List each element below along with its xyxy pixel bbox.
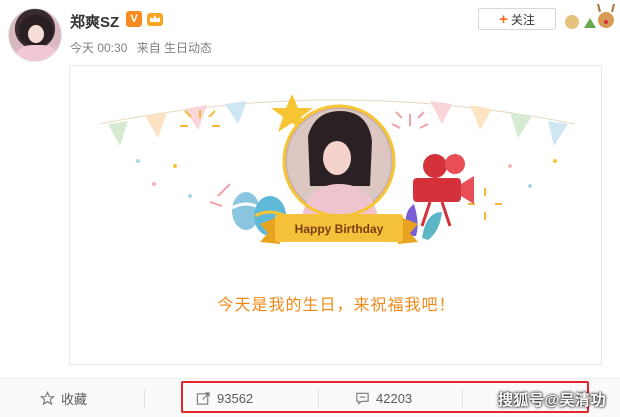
post-time[interactable]: 今天 00:30 — [70, 41, 127, 55]
follow-label: 关注 — [510, 12, 535, 27]
plus-icon: + — [499, 10, 508, 28]
favorite-button[interactable]: 收藏 — [40, 379, 87, 417]
film-camera-icon — [413, 154, 474, 227]
birthday-message: 今天是我的生日，来祝福我吧！ — [217, 297, 456, 314]
avatar-body — [17, 45, 57, 61]
post-meta: 今天 00:30 来自 生日动态 — [70, 39, 218, 56]
verified-badge: V — [126, 11, 142, 27]
watermark: 搜狐号@吴清功 — [498, 392, 607, 409]
banner-text: Happy Birthday — [295, 222, 384, 236]
avatar[interactable] — [8, 8, 62, 62]
follow-button[interactable]: + 关注 — [478, 8, 556, 30]
reindeer-decoration — [560, 0, 620, 32]
star-outline-icon — [40, 391, 55, 406]
divider — [144, 389, 145, 409]
birthday-card[interactable]: Happy Birthday 今天是我的生日，来祝福我吧！ — [69, 65, 602, 365]
username[interactable]: 郑爽SZ — [70, 11, 119, 32]
favorite-label: 收藏 — [61, 392, 88, 407]
post-source[interactable]: 来自 生日动态 — [137, 41, 212, 55]
avatar-face — [28, 25, 44, 43]
crown-icon — [146, 10, 164, 27]
